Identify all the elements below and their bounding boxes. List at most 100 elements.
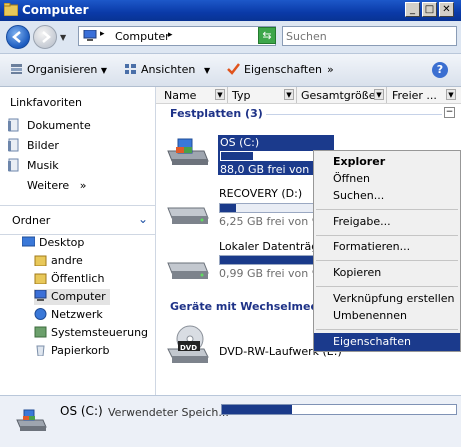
drive-d-usage-fill [220,204,237,212]
close-button[interactable]: ✕ [439,2,454,17]
column-name[interactable]: Name [164,89,196,102]
command-toolbar: Organisieren ▼ Ansichten ▼ Eigenschaften… [0,54,461,87]
chevron-down-icon[interactable]: ⌄ [138,212,148,226]
favorite-item-musik[interactable]: Musik [7,158,59,174]
drive-c-free-text: 88,0 GB frei von 12 [220,163,327,176]
arrow-right-icon [42,31,51,43]
tree-label: Computer [51,290,106,303]
favorites-more-link[interactable]: Weitere » [27,179,86,192]
column-type-dropdown-icon[interactable]: ▼ [284,89,294,100]
search-input[interactable] [286,28,436,44]
favorite-item-bilder[interactable]: Bilder [7,138,59,154]
organize-label: Organisieren [27,63,98,76]
history-dropdown-icon[interactable]: ▼ [60,33,66,42]
address-field[interactable]: ▸ Computer ▸ ▼ [78,26,276,46]
menu-label: Explorer [333,155,386,168]
details-pane: OS (C:) Verwendeter Speich... [0,395,461,447]
dvd-badge: DVD [180,344,198,352]
documents-icon [8,118,19,132]
tree-item-oeffentlich[interactable]: Öffentlich [34,271,104,287]
folder-icon [34,273,47,284]
tree-item-andre[interactable]: andre [34,253,83,269]
menu-label: Umbenennen [333,309,407,322]
drive-name-c: OS (C:) [220,136,260,149]
column-type[interactable]: Typ [232,89,251,102]
views-button[interactable]: Ansichten ▼ [124,63,210,76]
favorite-label: Bilder [27,139,59,152]
tree-item-papierkorb[interactable]: Papierkorb [34,343,109,359]
menu-label: Verknüpfung erstellen [333,292,455,305]
column-free-dropdown-icon[interactable]: ▼ [446,89,456,100]
arrow-left-icon [12,31,21,43]
menu-label: Öffnen [333,172,370,185]
column-total-dropdown-icon[interactable]: ▼ [374,89,384,100]
favorite-label: Musik [27,159,59,172]
folders-header[interactable]: Ordner ⌄ [0,205,155,235]
menu-item-search[interactable]: Suchen... [314,187,460,205]
menu-separator [316,329,458,330]
drive-local-usage-fill [220,256,318,264]
breadcrumb-computer[interactable]: Computer [115,30,170,43]
maximize-button[interactable]: □ [422,2,437,17]
breadcrumb-separator-icon[interactable]: ▸ [100,29,105,39]
drive-name-d[interactable]: RECOVERY (D:) [219,187,302,200]
details-drive-name: OS (C:) [60,404,103,418]
group-divider [266,114,442,115]
computer-icon [34,290,47,301]
favorites-more-label: Weitere [27,179,70,192]
system-drive-icon [167,138,209,165]
menu-label: Suchen... [333,189,385,202]
organize-icon [11,64,22,74]
column-divider[interactable] [386,87,387,103]
toolbar-more-button[interactable]: » [327,63,334,76]
breadcrumb-dropdown-icon[interactable]: ▸ [168,30,173,40]
collapse-group-icon[interactable]: − [444,107,455,118]
folders-heading: Ordner [12,214,51,227]
pictures-icon [8,138,19,152]
user-folder-icon [34,255,47,266]
recycle-bin-icon [36,345,45,356]
menu-item-copy[interactable]: Kopieren [314,264,460,282]
refresh-button[interactable]: ⇆ [258,27,276,44]
system-drive-icon [16,409,47,431]
favorite-label: Dokumente [27,119,91,132]
desktop-icon [22,236,35,247]
menu-item-open[interactable]: Öffnen [314,170,460,188]
title-bar[interactable]: Computer _ □ ✕ [0,0,461,21]
menu-item-properties[interactable]: Eigenschaften [314,333,460,351]
menu-label: Formatieren... [333,240,411,253]
search-box[interactable] [282,26,457,46]
properties-label: Eigenschaften [244,63,322,76]
column-divider[interactable] [296,87,297,103]
group-header-hdd[interactable]: Festplatten (3) [170,107,263,120]
menu-item-share[interactable]: Freigabe... [314,213,460,231]
column-divider[interactable] [227,87,228,103]
favorite-item-dokumente[interactable]: Dokumente [7,118,91,134]
column-name-dropdown-icon[interactable]: ▼ [215,89,225,100]
hard-drive-icon [167,207,209,224]
chevron-down-icon: ▼ [198,66,211,75]
tree-item-computer[interactable]: Computer [34,289,110,305]
forward-button[interactable] [33,25,57,49]
folder-icon [4,3,18,16]
menu-item-create-shortcut[interactable]: Verknüpfung erstellen [314,290,460,308]
menu-label: Freigabe... [333,215,391,228]
column-free-space[interactable]: Freier ... [392,89,437,102]
music-icon [8,158,19,172]
tree-item-netzwerk[interactable]: Netzwerk [34,307,103,323]
column-total-size[interactable]: Gesamtgröße [301,89,375,102]
tree-item-desktop[interactable]: Desktop [22,235,84,251]
computer-icon [83,30,97,41]
tree-item-systemsteuerung[interactable]: Systemsteuerung [34,325,148,341]
menu-item-explorer[interactable]: Explorer [314,153,460,171]
back-button[interactable] [6,25,30,49]
minimize-button[interactable]: _ [405,2,420,17]
double-chevron-icon: » [79,179,87,192]
help-icon[interactable]: ? [432,62,448,78]
properties-button[interactable]: Eigenschaften [227,63,322,76]
menu-item-rename[interactable]: Umbenennen [314,307,460,325]
menu-item-format[interactable]: Formatieren... [314,238,460,256]
details-used-label: Verwendeter Speich... [108,406,229,419]
organize-button[interactable]: Organisieren ▼ [10,63,107,76]
column-header-row: Name ▼ Typ ▼ Gesamtgröße ▼ Freier ... ▼ [156,87,461,104]
